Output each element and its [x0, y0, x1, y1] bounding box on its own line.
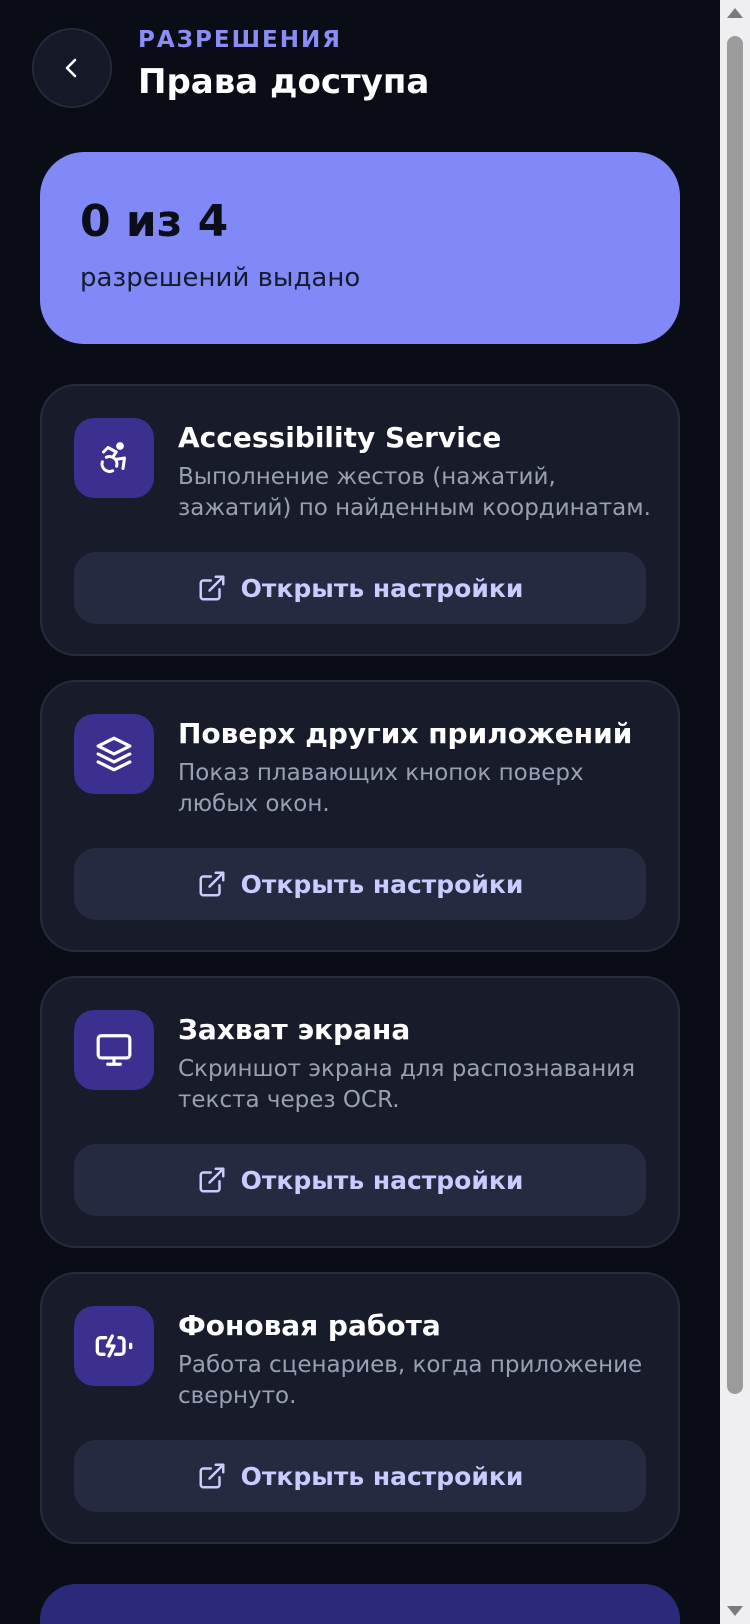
open-settings-button-accessibility[interactable]: Открыть настройки	[74, 552, 646, 624]
header-text: РАЗРЕШЕНИЯ Права доступа	[138, 26, 429, 104]
open-settings-label: Открыть настройки	[240, 869, 524, 899]
permission-description: Показ плавающих кнопок поверх любых окон…	[178, 760, 584, 817]
open-settings-label: Открыть настройки	[240, 1461, 524, 1491]
external-link-icon	[199, 1167, 225, 1193]
page-scrollbar[interactable]	[720, 0, 750, 1624]
permissions-screen: РАЗРЕШЕНИЯ Права доступа 0 из 4 разрешен…	[0, 0, 720, 1624]
permission-card-background: Фоновая работа Работа сценариев, когда п…	[40, 1272, 680, 1544]
permission-title: Фоновая работа	[178, 1309, 441, 1342]
permission-title: Accessibility Service	[178, 421, 502, 454]
external-link-icon	[199, 1463, 225, 1489]
scroll-up-arrow-icon[interactable]	[727, 8, 743, 18]
permission-description: Работа сценариев, когда приложение сверн…	[178, 1352, 643, 1409]
open-settings-label: Открыть настройки	[240, 573, 524, 603]
open-settings-button-screen-capture[interactable]: Открыть настройки	[74, 1144, 646, 1216]
open-settings-label: Открыть настройки	[240, 1165, 524, 1195]
scroll-down-arrow-icon[interactable]	[727, 1606, 743, 1616]
accessibility-icon	[100, 442, 126, 473]
scroll-thumb[interactable]	[727, 36, 743, 1394]
permission-card-overlay: Поверх других приложений Показ плавающих…	[40, 680, 680, 952]
permission-icon-box	[74, 418, 154, 498]
back-button[interactable]	[32, 28, 112, 108]
permission-title: Поверх других приложений	[178, 717, 633, 750]
section-eyebrow: РАЗРЕШЕНИЯ	[138, 27, 342, 53]
page-title: Права доступа	[138, 62, 430, 102]
monitor-icon	[96, 1034, 132, 1066]
open-settings-button-overlay[interactable]: Открыть настройки	[74, 848, 646, 920]
permission-title: Захват экрана	[178, 1013, 411, 1046]
permission-card-accessibility: Accessibility Service Выполнение жестов …	[40, 384, 680, 656]
open-settings-button-background[interactable]: Открыть настройки	[74, 1440, 646, 1512]
granted-subtitle: разрешений выдано	[80, 263, 361, 293]
battery-charging-icon	[95, 1334, 133, 1358]
external-link-icon	[199, 871, 225, 897]
granted-count: 0 из 4	[80, 196, 229, 247]
chevron-left-icon	[65, 58, 77, 78]
permission-icon-box	[74, 1010, 154, 1090]
header: РАЗРЕШЕНИЯ Права доступа	[32, 26, 429, 108]
permission-description: Скриншот экрана для распознавания текста…	[178, 1056, 636, 1113]
info-card-partial	[40, 1584, 680, 1624]
permission-icon-box	[74, 1306, 154, 1386]
permission-card-screen-capture: Захват экрана Скриншот экрана для распоз…	[40, 976, 680, 1248]
layers-icon	[96, 736, 132, 772]
permissions-summary-card: 0 из 4 разрешений выдано	[40, 152, 680, 344]
permission-description: Выполнение жестов (нажатий, зажатий) по …	[178, 464, 651, 521]
external-link-icon	[199, 575, 225, 601]
permission-icon-box	[74, 714, 154, 794]
